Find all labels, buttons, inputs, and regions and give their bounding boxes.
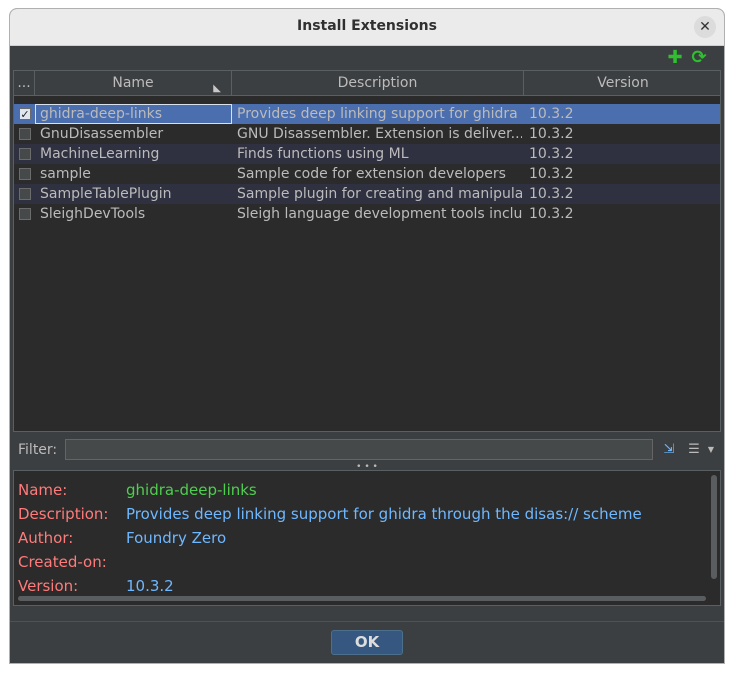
extension-description: Sample code for extension developers — [237, 166, 506, 182]
toolbar: ✚ ⟳ — [10, 46, 724, 70]
extension-version: 10.3.2 — [529, 106, 574, 122]
installed-checkbox[interactable] — [19, 168, 31, 180]
ok-button[interactable]: OK — [331, 630, 403, 655]
refresh-icon[interactable]: ⟳ — [690, 49, 708, 67]
detail-name-value: ghidra-deep-links — [126, 481, 257, 499]
detail-created-label: Created-on: — [18, 553, 107, 571]
extensions-table: ... Name ◣ Description Version ✓ ghidra-… — [13, 70, 721, 432]
extension-name: SleighDevTools — [40, 206, 146, 222]
close-icon[interactable]: ✕ — [694, 16, 716, 38]
filter-bar: Filter: ⇲ ☰ ▼ — [10, 436, 724, 464]
table-row[interactable]: GnuDisassembler GNU Disassembler. Extens… — [14, 124, 720, 144]
extension-name: GnuDisassembler — [40, 126, 164, 142]
column-header-installed[interactable]: ... — [14, 71, 35, 95]
installed-checkbox[interactable]: ✓ — [19, 108, 31, 120]
detail-version-value: 10.3.2 — [126, 577, 174, 595]
extension-description: Provides deep linking support for ghidra… — [237, 106, 522, 122]
installed-checkbox[interactable] — [19, 208, 31, 220]
table-header: ... Name ◣ Description Version — [14, 71, 720, 96]
installed-checkbox[interactable] — [19, 148, 31, 160]
extension-version: 10.3.2 — [529, 166, 574, 182]
extension-name: SampleTablePlugin — [40, 186, 172, 202]
installed-checkbox[interactable] — [19, 188, 31, 200]
filter-export-icon[interactable]: ⇲ — [660, 442, 678, 458]
table-row[interactable]: sample Sample code for extension develop… — [14, 164, 720, 184]
install-extensions-dialog: Install Extensions ✕ ✚ ⟳ ... Name ◣ Desc… — [9, 8, 725, 664]
detail-name-label: Name: — [18, 481, 68, 499]
extension-version: 10.3.2 — [529, 206, 574, 222]
extension-description: Sleigh language development tools includ… — [237, 206, 522, 222]
installed-checkbox[interactable] — [19, 128, 31, 140]
detail-description-label: Description: — [18, 505, 109, 523]
table-row[interactable]: SampleTablePlugin Sample plugin for crea… — [14, 184, 720, 204]
table-row[interactable]: SleighDevTools Sleigh language developme… — [14, 204, 720, 224]
extension-details-panel: Name: ghidra-deep-links Description: Pro… — [13, 470, 721, 606]
detail-author-label: Author: — [18, 529, 74, 547]
plus-icon[interactable]: ✚ — [666, 49, 684, 67]
sort-ascending-icon: ◣ — [213, 83, 221, 94]
dialog-title: Install Extensions — [297, 18, 437, 34]
filter-input[interactable] — [65, 439, 653, 460]
extension-name: ghidra-deep-links — [35, 104, 232, 124]
extension-name: sample — [40, 166, 91, 182]
table-row[interactable]: ✓ ghidra-deep-links Provides deep linkin… — [14, 104, 720, 124]
dialog-footer: OK — [10, 621, 724, 663]
horizontal-scrollbar[interactable] — [18, 596, 706, 601]
column-header-name-label: Name — [112, 75, 154, 91]
extension-name: MachineLearning — [40, 146, 160, 162]
extension-version: 10.3.2 — [529, 186, 574, 202]
extension-description: Finds functions using ML — [237, 146, 409, 162]
chevron-down-icon[interactable]: ▼ — [706, 442, 716, 458]
table-row[interactable]: MachineLearning Finds functions using ML… — [14, 144, 720, 164]
column-header-description[interactable]: Description — [232, 71, 524, 95]
detail-version-label: Version: — [18, 577, 79, 595]
extension-version: 10.3.2 — [529, 146, 574, 162]
filter-label: Filter: — [18, 442, 58, 458]
vertical-scrollbar[interactable] — [711, 475, 717, 579]
title-bar: Install Extensions ✕ — [10, 9, 724, 46]
extension-description: Sample plugin for creating and manipulat… — [237, 186, 522, 202]
extension-description: GNU Disassembler. Extension is deliver..… — [237, 126, 522, 142]
filter-options-icon[interactable]: ☰ — [685, 442, 703, 458]
detail-author-value: Foundry Zero — [126, 529, 227, 547]
column-header-version[interactable]: Version — [524, 71, 722, 95]
detail-description-value: Provides deep linking support for ghidra… — [126, 505, 642, 523]
column-header-name[interactable]: Name ◣ — [35, 71, 232, 95]
extension-version: 10.3.2 — [529, 126, 574, 142]
